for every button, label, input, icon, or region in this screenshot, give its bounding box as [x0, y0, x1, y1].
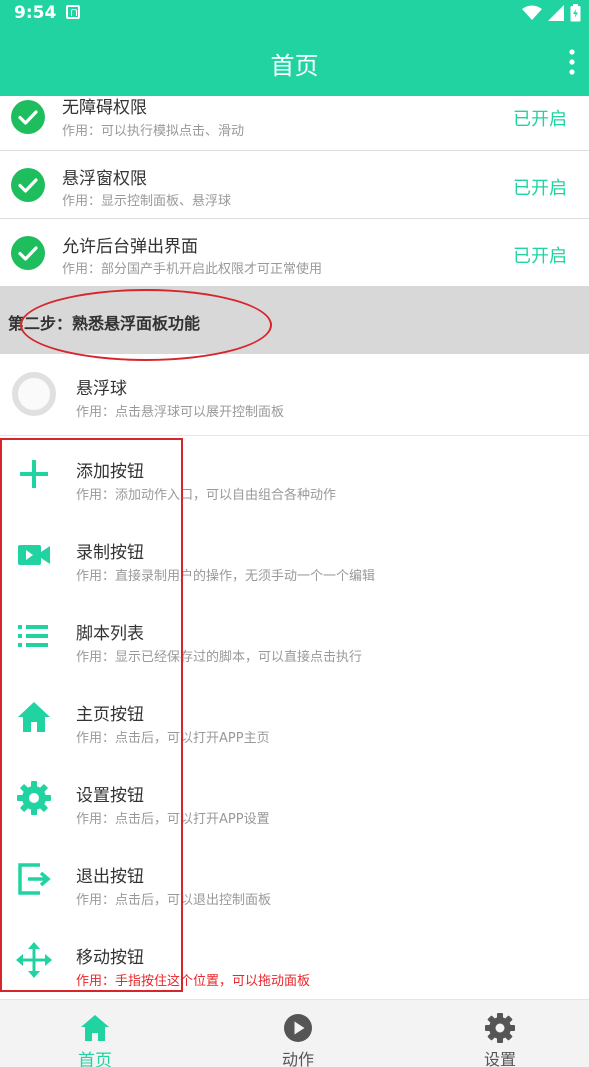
more-vert-icon[interactable]	[567, 48, 577, 76]
app-bar: 首页	[0, 26, 589, 96]
feature-title: 主页按钮	[76, 705, 144, 725]
system-icons	[522, 2, 581, 24]
permission-desc: 作用：可以执行模拟点击、滑动	[62, 124, 245, 139]
permission-status: 已开启	[513, 178, 567, 199]
nav-label: 设置	[483, 1050, 516, 1067]
permission-status: 已开启	[513, 109, 567, 130]
permission-title: 悬浮窗权限	[62, 169, 147, 189]
floating-ball-row[interactable]: 悬浮球 作用：点击悬浮球可以展开控制面板	[0, 354, 589, 436]
feature-desc: 作用：点击后，可以退出控制面板	[76, 893, 272, 908]
feature-title: 退出按钮	[76, 867, 144, 887]
floating-ball-title: 悬浮球	[76, 379, 127, 399]
permission-row-overlay[interactable]: 悬浮窗权限 作用：显示控制面板、悬浮球 已开启	[0, 151, 589, 219]
section-header: 第二步：熟悉悬浮面板功能	[0, 286, 589, 354]
feature-title: 添加按钮	[76, 462, 144, 482]
nav-label: 首页	[78, 1051, 112, 1067]
feature-row-home[interactable]: 主页按钮 作用：点击后，可以打开APP主页	[0, 679, 589, 760]
feature-desc: 作用：手指按住这个位置，可以拖动面板	[76, 974, 311, 989]
nav-tab-home[interactable]: 首页	[25, 1000, 165, 1067]
feature-row-record[interactable]: 录制按钮 作用：直接录制用户的操作，无须手动一个一个编辑	[0, 517, 589, 598]
battery-icon	[570, 4, 581, 22]
permission-desc: 作用：显示控制面板、悬浮球	[62, 194, 232, 209]
check-circle-icon	[11, 100, 45, 134]
section-title: 第二步：熟悉悬浮面板功能	[8, 314, 201, 333]
feature-row-script-list[interactable]: 脚本列表 作用：显示已经保存过的脚本，可以直接点击执行	[0, 598, 589, 679]
main-content[interactable]: 无障碍权限 作用：可以执行模拟点击、滑动 已开启 悬浮窗权限 作用：显示控制面板…	[0, 96, 589, 999]
floating-ball-icon	[12, 372, 56, 416]
permission-title: 允许后台弹出界面	[62, 237, 198, 257]
nav-tab-actions[interactable]: 动作	[228, 1000, 368, 1067]
feature-title: 脚本列表	[76, 624, 144, 644]
floating-ball-desc: 作用：点击悬浮球可以展开控制面板	[76, 405, 285, 420]
feature-row-add[interactable]: 添加按钮 作用：添加动作入口，可以自由组合各种动作	[0, 436, 589, 517]
check-circle-icon	[11, 168, 45, 202]
nav-tab-settings[interactable]: 设置	[430, 1000, 570, 1067]
feature-row-exit[interactable]: 退出按钮 作用：点击后，可以退出控制面板	[0, 841, 589, 922]
feature-desc: 作用：显示已经保存过的脚本，可以直接点击执行	[76, 650, 363, 665]
bottom-nav: 首页 动作 设置	[0, 999, 589, 1067]
permission-title: 无障碍权限	[62, 98, 147, 118]
feature-title: 录制按钮	[76, 543, 144, 563]
play-icon	[284, 1014, 312, 1042]
feature-title: 设置按钮	[76, 786, 144, 806]
status-bar: 9:54	[0, 0, 589, 26]
list-icon	[18, 625, 48, 647]
feature-title: 移动按钮	[76, 948, 144, 968]
permission-status: 已开启	[513, 246, 567, 267]
feature-desc: 作用：直接录制用户的操作，无须手动一个一个编辑	[76, 569, 376, 584]
status-time: 9:54	[14, 3, 57, 23]
wifi-icon	[522, 5, 542, 20]
feature-row-settings[interactable]: 设置按钮 作用：点击后，可以打开APP设置	[0, 760, 589, 841]
plus-icon	[20, 460, 48, 488]
gear-icon	[485, 1013, 515, 1043]
feature-desc: 作用：添加动作入口，可以自由组合各种动作	[76, 488, 337, 503]
feature-row-move[interactable]: 移动按钮 作用：手指按住这个位置，可以拖动面板	[0, 922, 589, 999]
gear-icon	[17, 781, 51, 815]
permission-row-background-popup[interactable]: 允许后台弹出界面 作用：部分国产手机开启此权限才可正常使用 已开启	[0, 219, 589, 287]
page-title: 首页	[270, 52, 319, 80]
move-arrows-icon	[16, 942, 52, 978]
check-circle-icon	[11, 236, 45, 270]
home-icon	[81, 1015, 109, 1041]
feature-desc: 作用：点击后，可以打开APP设置	[76, 812, 270, 827]
exit-icon	[18, 863, 51, 895]
nav-label: 动作	[281, 1050, 314, 1067]
permission-desc: 作用：部分国产手机开启此权限才可正常使用	[62, 262, 323, 277]
feature-desc: 作用：点击后，可以打开APP主页	[76, 731, 270, 746]
home-icon	[18, 702, 50, 732]
signal-icon	[548, 5, 564, 21]
video-camera-icon	[18, 545, 50, 565]
notification-icon	[66, 5, 80, 19]
permission-row-accessibility[interactable]: 无障碍权限 作用：可以执行模拟点击、滑动 已开启	[0, 96, 589, 151]
